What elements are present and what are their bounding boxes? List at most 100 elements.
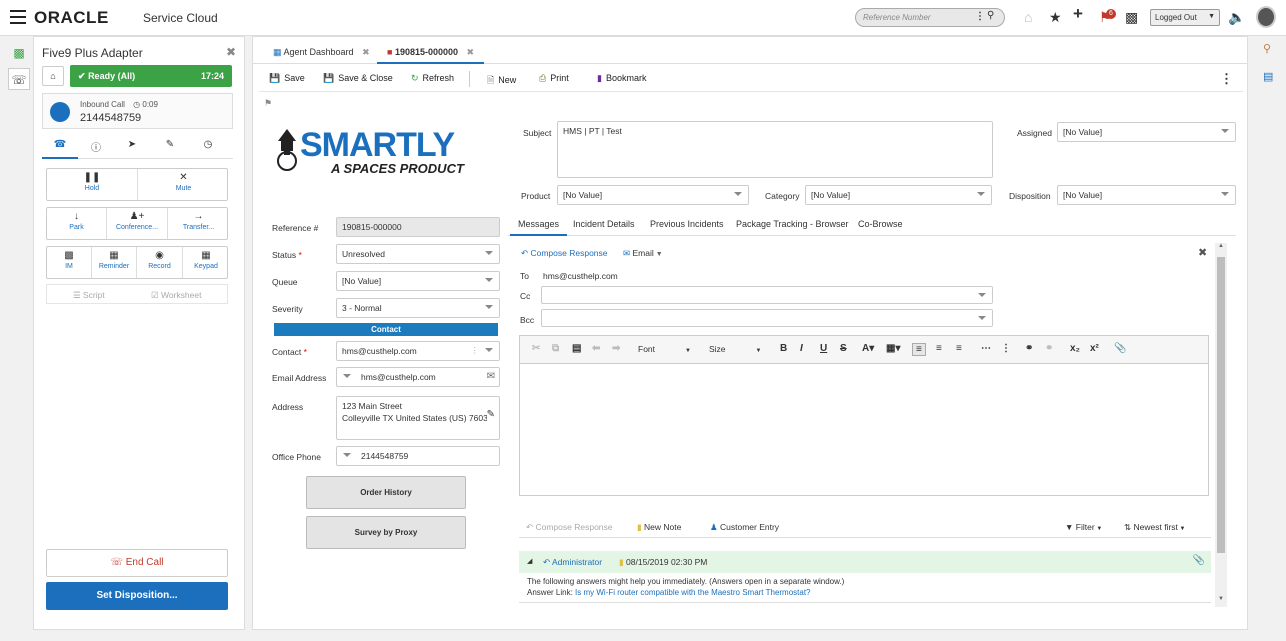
- email-menu[interactable]: ✉ Email ▼: [623, 248, 663, 259]
- italic-icon[interactable]: I: [800, 343, 803, 354]
- address-field[interactable]: 123 Main Street Colleyville TX United St…: [336, 396, 500, 440]
- category-select[interactable]: [No Value]: [805, 185, 992, 205]
- envelope-icon[interactable]: ✉: [487, 371, 495, 382]
- align-center-icon[interactable]: ≡: [936, 343, 942, 354]
- font-select[interactable]: Font ▼: [638, 344, 691, 354]
- redo-icon[interactable]: ➡: [612, 343, 620, 354]
- hamburger-menu-icon[interactable]: [10, 10, 26, 24]
- attach-icon[interactable]: 📎: [1114, 343, 1126, 354]
- disposition-select[interactable]: [No Value]: [1057, 185, 1236, 205]
- close-icon[interactable]: ✖: [467, 47, 475, 57]
- text-color-icon[interactable]: A▾: [862, 343, 874, 354]
- bold-icon[interactable]: B: [780, 343, 787, 354]
- product-select[interactable]: [No Value]: [557, 185, 749, 205]
- close-icon[interactable]: ✖: [226, 45, 236, 59]
- bcc-input[interactable]: [541, 309, 993, 327]
- record-button[interactable]: ◉ Record: [137, 247, 183, 278]
- tab-messages[interactable]: Messages: [510, 219, 568, 236]
- scroll-down-icon[interactable]: ▼: [1218, 596, 1224, 602]
- customer-entry-button[interactable]: ♟ Customer Entry: [710, 522, 779, 533]
- compose-response-button[interactable]: ↶ Compose Response: [526, 522, 613, 533]
- severity-select[interactable]: 3 - Normal: [336, 298, 500, 318]
- cc-input[interactable]: [541, 286, 993, 304]
- align-left-icon[interactable]: ≡: [912, 343, 926, 356]
- collapse-icon[interactable]: ◢: [527, 557, 532, 565]
- phone-field[interactable]: 2144548759: [336, 446, 500, 466]
- editor-body[interactable]: [519, 364, 1209, 496]
- home-icon[interactable]: ⌂: [1024, 10, 1032, 24]
- tab-previous-incidents[interactable]: Previous Incidents: [650, 219, 724, 229]
- chat-panel-icon[interactable]: ▩: [8, 42, 30, 64]
- answer-link[interactable]: Is my Wi-Fi router compatible with the M…: [575, 588, 810, 597]
- plus-icon[interactable]: +: [1073, 5, 1083, 22]
- more-options-icon[interactable]: ⋮: [1220, 71, 1233, 87]
- paste-icon[interactable]: ▤: [572, 343, 581, 354]
- link-icon[interactable]: ⚭: [1025, 343, 1033, 354]
- tab-edit[interactable]: ✎: [152, 139, 188, 150]
- scrollbar[interactable]: ▲ ▼: [1215, 243, 1227, 607]
- reminder-button[interactable]: ▦ Reminder: [92, 247, 137, 278]
- queue-select[interactable]: [No Value]: [336, 271, 500, 291]
- tab-cursor[interactable]: ➤: [114, 139, 150, 150]
- hold-button[interactable]: ❚❚ Hold: [47, 169, 138, 200]
- sort-button[interactable]: ⇅ Newest first ▼: [1124, 522, 1186, 533]
- undo-icon[interactable]: ⬅: [592, 343, 600, 354]
- ready-status-button[interactable]: ✔ Ready (All) 17:24: [70, 65, 232, 87]
- park-button[interactable]: ↓ Park: [47, 208, 107, 239]
- save-close-button[interactable]: 💾 Save & Close: [323, 73, 393, 84]
- tab-clock[interactable]: ◷: [190, 139, 226, 150]
- tab-incident[interactable]: ■ 190815-000000 ✖: [377, 42, 485, 64]
- kebab-icon[interactable]: ⋮: [471, 345, 480, 356]
- tab-co-browse[interactable]: Co-Browse: [858, 219, 903, 229]
- tab-phone[interactable]: ☎: [42, 139, 78, 159]
- subject-textarea[interactable]: HMS | PT | Test: [557, 121, 993, 178]
- chevron-down-icon[interactable]: [343, 374, 351, 378]
- new-button[interactable]: 🗎 New: [487, 73, 516, 89]
- chat-icon[interactable]: ▩: [1125, 10, 1138, 24]
- align-right-icon[interactable]: ≡: [956, 343, 962, 354]
- print-button[interactable]: ⎙ Print: [539, 73, 569, 84]
- transfer-button[interactable]: → Transfer...: [168, 208, 229, 239]
- bullet-list-icon[interactable]: ⋯: [981, 343, 991, 354]
- scroll-thumb[interactable]: [1217, 257, 1225, 553]
- mute-speaker-icon[interactable]: 🔈: [1228, 10, 1245, 24]
- star-icon[interactable]: ★: [1049, 10, 1062, 24]
- search-icon[interactable]: ⚲: [1263, 42, 1271, 55]
- im-button[interactable]: ▩ IM: [47, 247, 92, 278]
- new-note-button[interactable]: ▮ New Note: [637, 522, 681, 533]
- assigned-select[interactable]: [No Value]: [1057, 122, 1236, 142]
- superscript-icon[interactable]: x²: [1090, 343, 1099, 354]
- set-disposition-button[interactable]: Set Disposition...: [46, 582, 228, 610]
- bg-color-icon[interactable]: ▦▾: [886, 343, 900, 354]
- bookmark-button[interactable]: ▮ Bookmark: [597, 73, 646, 84]
- scroll-up-icon[interactable]: ▲: [1218, 243, 1224, 249]
- phone-panel-icon[interactable]: ☏: [8, 68, 30, 90]
- tab-incident-details[interactable]: Incident Details: [573, 219, 635, 229]
- numbered-list-icon[interactable]: ⋮: [1001, 343, 1011, 354]
- home-button[interactable]: ⌂: [42, 66, 64, 86]
- tab-package-tracking[interactable]: Package Tracking - Browser: [736, 219, 849, 229]
- unlink-icon[interactable]: ⚭: [1045, 343, 1053, 354]
- filter-button[interactable]: ▼ Filter ▼: [1065, 522, 1102, 532]
- list-icon[interactable]: ▤: [1263, 70, 1273, 83]
- pencil-icon[interactable]: ✎: [487, 409, 495, 420]
- kebab-icon[interactable]: ⋮: [975, 11, 985, 22]
- copy-icon[interactable]: ⧉: [552, 343, 559, 354]
- subscript-icon[interactable]: x₂: [1070, 343, 1080, 354]
- save-button[interactable]: 💾 Save: [269, 73, 305, 84]
- contact-select[interactable]: hms@custhelp.com ⋮: [336, 341, 500, 361]
- strikethrough-icon[interactable]: S: [840, 343, 847, 354]
- chevron-down-icon[interactable]: [343, 453, 351, 457]
- tab-agent-dashboard[interactable]: ▦ Agent Dashboard ✖: [263, 42, 380, 64]
- compose-response-link[interactable]: ↶ Compose Response: [521, 248, 608, 259]
- flag-icon[interactable]: ⚑: [264, 98, 272, 109]
- tab-info[interactable]: ⓘ: [78, 139, 114, 154]
- status-select[interactable]: Unresolved: [336, 244, 500, 264]
- keypad-button[interactable]: ▦ Keypad: [183, 247, 229, 278]
- avatar[interactable]: [1256, 6, 1276, 28]
- size-select[interactable]: Size ▼: [709, 344, 762, 354]
- refresh-button[interactable]: ↻ Refresh: [411, 73, 454, 84]
- close-icon[interactable]: ✖: [362, 47, 370, 57]
- close-icon[interactable]: ✖: [1198, 246, 1207, 259]
- mute-button[interactable]: ✕ Mute: [138, 169, 229, 200]
